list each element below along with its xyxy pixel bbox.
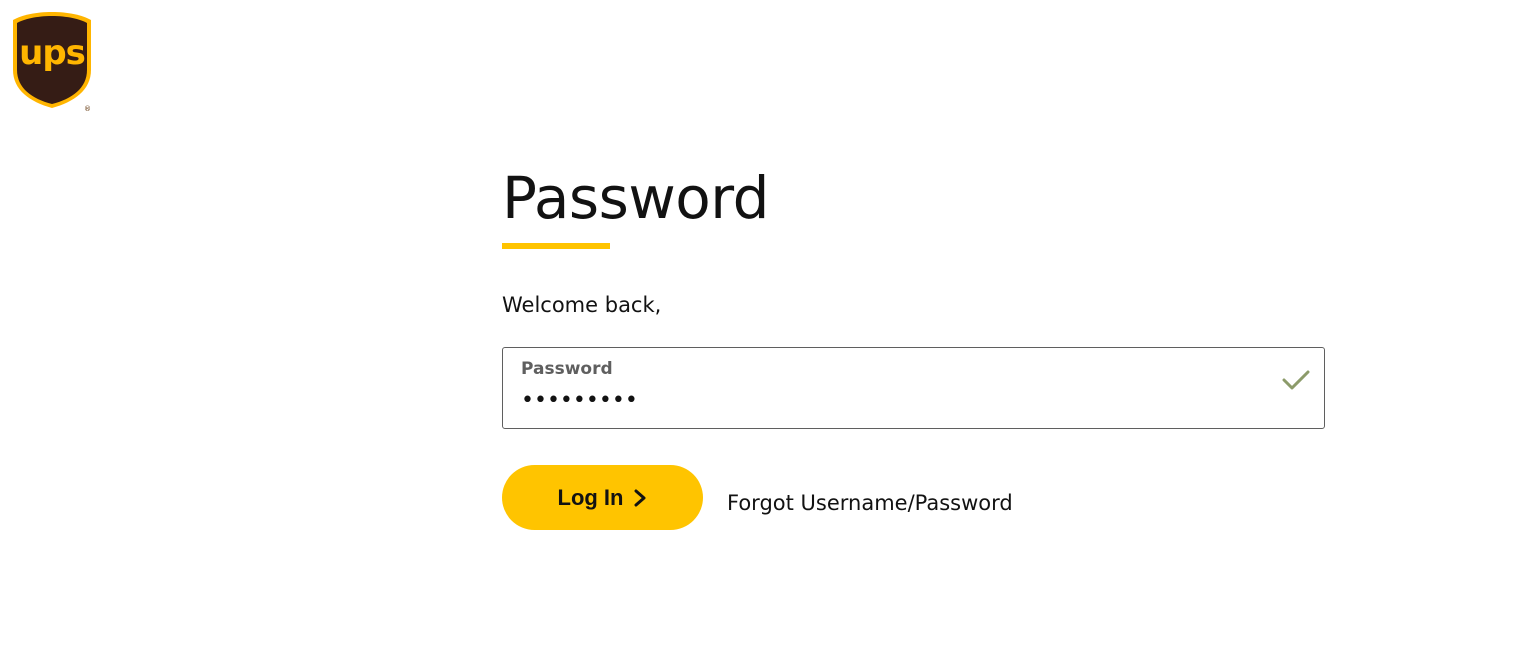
chevron-right-icon — [634, 489, 646, 506]
title-underline — [502, 243, 610, 249]
login-form: Password Welcome back, Password ••••••••… — [502, 162, 1327, 531]
checkmark-icon — [1282, 370, 1310, 390]
password-field[interactable]: Password ••••••••• — [502, 347, 1325, 429]
logo-wordmark: ups — [19, 33, 86, 73]
password-input[interactable]: ••••••••• — [521, 388, 638, 414]
form-actions: Log In Forgot Username/Password — [502, 465, 1327, 531]
registered-mark: ® — [84, 105, 91, 113]
ups-logo[interactable]: ups ® — [10, 10, 94, 113]
forgot-credentials-link[interactable]: Forgot Username/Password — [727, 489, 1013, 517]
page-title: Password — [502, 164, 769, 232]
password-field-label: Password — [521, 359, 613, 379]
welcome-text: Welcome back, — [502, 293, 662, 317]
login-button[interactable]: Log In — [502, 465, 703, 530]
login-page: ups ® Password Welcome back, Password ••… — [0, 0, 1527, 664]
login-button-label: Log In — [557, 484, 624, 510]
